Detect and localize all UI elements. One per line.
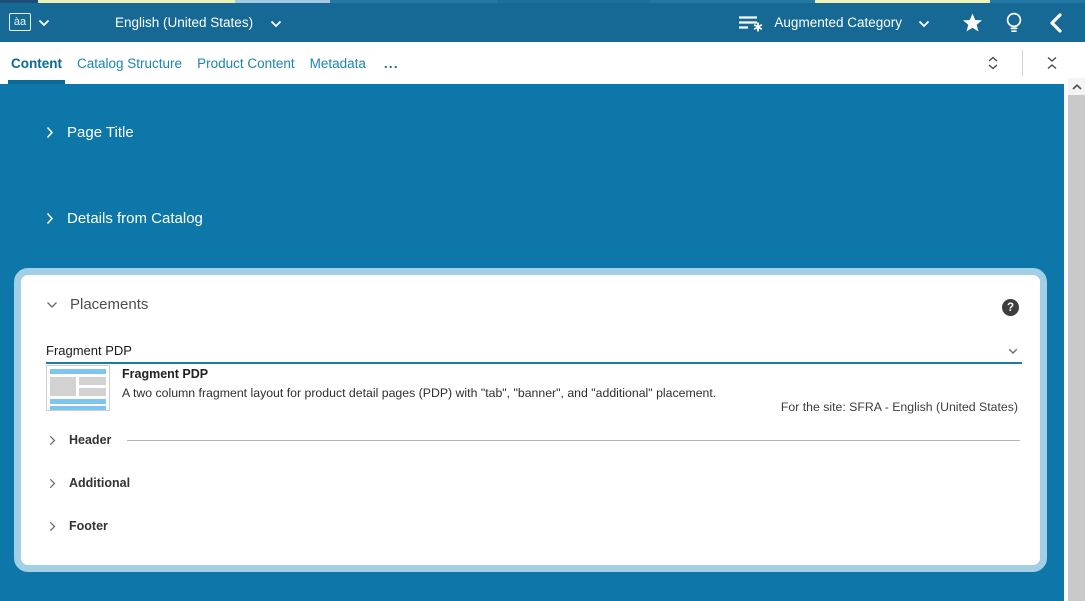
layout-result-description: A two column fragment layout for product… [122,386,716,400]
augmented-category-icon [737,13,765,33]
section-details-from-catalog[interactable]: Details from Catalog [46,210,203,227]
favorite-button[interactable] [957,8,987,38]
site-note: For the site: SFRA - English (United Sta… [781,400,1018,414]
topbar-actions: Augmented Category [737,3,1071,42]
scroll-up-icon [1072,84,1082,90]
locale-selector[interactable]: English (United States) [115,3,282,42]
section-label: Page Title [67,124,134,141]
augmented-category-label: Augmented Category [774,15,902,30]
chevron-down-icon [918,20,930,28]
scroll-up-button[interactable] [1068,78,1085,95]
tab-catalog-structure[interactable]: Catalog Structure [76,42,183,84]
more-tabs-button[interactable]: ... [384,55,399,71]
chevron-right-icon [49,521,56,532]
hints-button[interactable] [999,8,1029,38]
star-icon [962,13,983,33]
region-additional[interactable]: Additional [49,468,1040,498]
chevron-down-icon[interactable] [38,19,50,27]
top-toolbar: àa English (United States) [0,3,1085,42]
chevron-left-icon [1049,13,1063,33]
region-label: Header [69,433,111,447]
vertical-scrollbar[interactable] [1068,78,1085,601]
section-page-title[interactable]: Page Title [46,124,134,141]
section-placements[interactable]: Placements [46,296,148,313]
section-label: Placements [70,296,148,313]
tab-content[interactable]: Content [10,42,63,84]
layout-search-row [46,335,1022,364]
help-icon[interactable]: ? [1002,299,1019,316]
region-label: Additional [69,476,130,490]
collapse-all-button[interactable] [1037,48,1067,78]
augmented-category-selector[interactable]: Augmented Category [737,13,930,33]
divider [1022,50,1023,76]
layout-result-text: Fragment PDP A two column fragment layou… [122,365,716,411]
section-label: Details from Catalog [67,210,203,227]
chevron-right-icon [46,126,54,139]
tab-product-content[interactable]: Product Content [196,42,296,84]
region-label: Footer [69,519,108,533]
chevron-right-icon [49,478,56,489]
language-icon[interactable]: àa [9,13,31,31]
layout-thumbnail-icon [46,365,110,411]
chevron-right-icon [46,212,54,225]
chevron-down-icon [270,20,282,28]
back-button[interactable] [1041,8,1071,38]
expand-all-button[interactable] [978,48,1008,78]
chevron-down-icon [46,301,58,309]
editor-tabbar: Content Catalog Structure Product Conten… [0,42,1085,84]
chevron-down-icon[interactable] [1008,348,1018,355]
locale-label: English (United States) [115,15,253,30]
tab-metadata[interactable]: Metadata [309,42,367,84]
region-footer[interactable]: Footer [49,511,1040,541]
collapse-all-icon [1045,55,1059,71]
placements-card: Placements ? Fragment [14,268,1047,572]
layout-result-title: Fragment PDP [122,367,716,381]
page-designer-window: àa English (United States) [0,0,1085,601]
region-header[interactable]: Header [49,425,1040,455]
chevron-right-icon [49,435,56,446]
lightbulb-icon [1004,11,1024,35]
content-canvas: Page Title Details from Catalog Placemen… [0,84,1064,601]
tab-list: Content Catalog Structure Product Conten… [10,42,399,84]
region-divider [127,440,1020,441]
layout-search-input[interactable] [46,343,1008,362]
section-tools [978,42,1067,84]
expand-all-icon [986,55,1000,71]
layout-result-item[interactable]: Fragment PDP A two column fragment layou… [46,365,716,411]
